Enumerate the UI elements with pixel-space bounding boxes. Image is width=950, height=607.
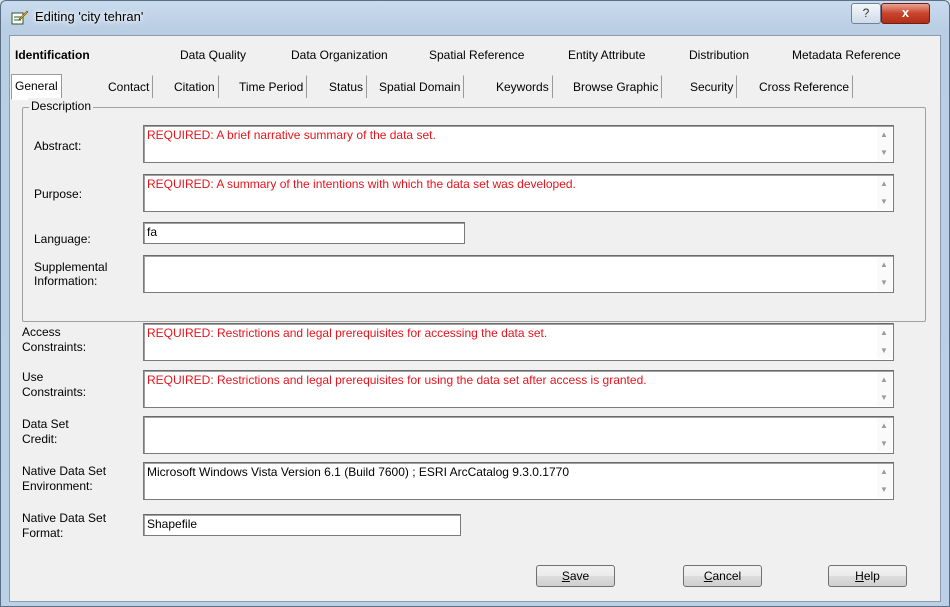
purpose-scrollbar[interactable]: ▲ ▼	[877, 176, 892, 210]
scroll-up-arrow-icon[interactable]: ▲	[880, 180, 888, 188]
use-label-line1: Use	[22, 370, 44, 384]
window-title: Editing 'city tehran'	[35, 9, 144, 24]
tab-data-quality[interactable]: Data Quality	[180, 48, 246, 62]
scroll-down-arrow-icon[interactable]: ▼	[880, 394, 888, 402]
title-bar[interactable]: Editing 'city tehran' ? x	[1, 1, 949, 35]
use-constraints-field[interactable]: REQUIRED: Restrictions and legal prerequ…	[143, 370, 894, 408]
scroll-down-arrow-icon[interactable]: ▼	[880, 198, 888, 206]
supplemental-field[interactable]: ▲ ▼	[143, 255, 894, 293]
scroll-up-arrow-icon[interactable]: ▲	[880, 261, 888, 269]
format-value: Shapefile	[147, 517, 198, 531]
access-constraints-field[interactable]: REQUIRED: Restrictions and legal prerequ…	[143, 323, 894, 361]
subtab-browse-graphic[interactable]: Browse Graphic	[569, 75, 663, 99]
help-button[interactable]: Help	[828, 565, 907, 587]
format-field[interactable]: Shapefile	[143, 514, 461, 536]
save-button[interactable]: Save	[536, 565, 615, 587]
format-label-line2: Format:	[22, 526, 64, 540]
tab-spatial-reference[interactable]: Spatial Reference	[429, 48, 524, 62]
tab-data-organization[interactable]: Data Organization	[291, 48, 388, 62]
environment-label-line1: Native Data Set	[22, 464, 107, 478]
dialog-client: Identification Data Quality Data Organiz…	[9, 35, 941, 602]
subtab-spatial-domain[interactable]: Spatial Domain	[375, 75, 465, 99]
purpose-value: REQUIRED: A summary of the intentions wi…	[147, 177, 576, 191]
tab-entity-attribute[interactable]: Entity Attribute	[568, 48, 645, 62]
language-value: fa	[147, 225, 158, 239]
language-label: Language:	[34, 232, 91, 246]
scroll-down-arrow-icon[interactable]: ▼	[880, 440, 888, 448]
subtab-cross-reference[interactable]: Cross Reference	[755, 75, 854, 99]
tab-identification[interactable]: Identification	[15, 48, 90, 62]
tab-metadata-reference[interactable]: Metadata Reference	[792, 48, 901, 62]
subtab-keywords[interactable]: Keywords	[492, 75, 553, 99]
editor-window: Editing 'city tehran' ? x Identification…	[0, 0, 950, 607]
help-label: elp	[863, 569, 880, 583]
help-title-button[interactable]: ?	[851, 3, 881, 24]
format-label-line1: Native Data Set	[22, 511, 107, 525]
abstract-value: REQUIRED: A brief narrative summary of t…	[147, 128, 436, 142]
scroll-up-arrow-icon[interactable]: ▲	[880, 468, 888, 476]
environment-value: Microsoft Windows Vista Version 6.1 (Bui…	[147, 465, 569, 479]
subtab-contact[interactable]: Contact	[104, 75, 154, 99]
environment-scrollbar[interactable]: ▲ ▼	[877, 464, 892, 498]
credit-label-line1: Data Set	[22, 417, 69, 431]
subtab-time-period[interactable]: Time Period	[235, 75, 308, 99]
supplemental-label-line2: Information:	[34, 274, 98, 288]
subtab-security[interactable]: Security	[686, 75, 738, 99]
scroll-down-arrow-icon[interactable]: ▼	[880, 347, 888, 355]
use-label-line2: Constraints:	[22, 385, 87, 399]
credit-field[interactable]: ▲ ▼	[143, 416, 894, 454]
help-accel: H	[855, 569, 864, 583]
scroll-up-arrow-icon[interactable]: ▲	[880, 329, 888, 337]
top-tab-bar: Identification Data Quality Data Organiz…	[10, 38, 940, 62]
purpose-field[interactable]: REQUIRED: A summary of the intentions wi…	[143, 174, 894, 212]
language-field[interactable]: fa	[143, 222, 465, 244]
scroll-down-arrow-icon[interactable]: ▼	[880, 486, 888, 494]
general-panel: Description Abstract: REQUIRED: A brief …	[22, 98, 932, 598]
environment-field[interactable]: Microsoft Windows Vista Version 6.1 (Bui…	[143, 462, 894, 500]
access-scrollbar[interactable]: ▲ ▼	[877, 325, 892, 359]
scroll-down-arrow-icon[interactable]: ▼	[880, 279, 888, 287]
purpose-label: Purpose:	[34, 187, 83, 201]
supplemental-scrollbar[interactable]: ▲ ▼	[877, 257, 892, 291]
abstract-label: Abstract:	[34, 139, 82, 153]
sub-tab-bar: General Contact Citation Time Period Sta…	[10, 74, 940, 100]
access-label-line2: Constraints:	[22, 340, 87, 354]
use-constraints-value: REQUIRED: Restrictions and legal prerequ…	[147, 373, 647, 387]
abstract-field[interactable]: REQUIRED: A brief narrative summary of t…	[143, 125, 894, 163]
supplemental-label-line1: Supplemental	[34, 260, 108, 274]
edit-pencil-icon	[11, 10, 29, 25]
credit-label-line2: Credit:	[22, 432, 58, 446]
save-accel: S	[561, 569, 570, 583]
subtab-citation[interactable]: Citation	[170, 75, 219, 99]
subtab-general[interactable]: General	[11, 74, 62, 100]
subtab-status[interactable]: Status	[325, 75, 368, 99]
environment-label-line2: Environment:	[22, 479, 93, 493]
access-constraints-value: REQUIRED: Restrictions and legal prerequ…	[147, 326, 548, 340]
cancel-button[interactable]: Cancel	[683, 565, 762, 587]
credit-scrollbar[interactable]: ▲ ▼	[877, 418, 892, 452]
save-label: ave	[569, 569, 590, 583]
abstract-scrollbar[interactable]: ▲ ▼	[877, 127, 892, 161]
tab-distribution[interactable]: Distribution	[689, 48, 749, 62]
access-label-line1: Access	[22, 325, 61, 339]
scroll-down-arrow-icon[interactable]: ▼	[880, 149, 888, 157]
scroll-up-arrow-icon[interactable]: ▲	[880, 422, 888, 430]
close-button[interactable]: x	[881, 3, 930, 24]
use-scrollbar[interactable]: ▲ ▼	[877, 372, 892, 406]
description-legend: Description	[29, 99, 94, 113]
scroll-up-arrow-icon[interactable]: ▲	[880, 376, 888, 384]
scroll-up-arrow-icon[interactable]: ▲	[880, 131, 888, 139]
cancel-label: ancel	[712, 569, 742, 583]
